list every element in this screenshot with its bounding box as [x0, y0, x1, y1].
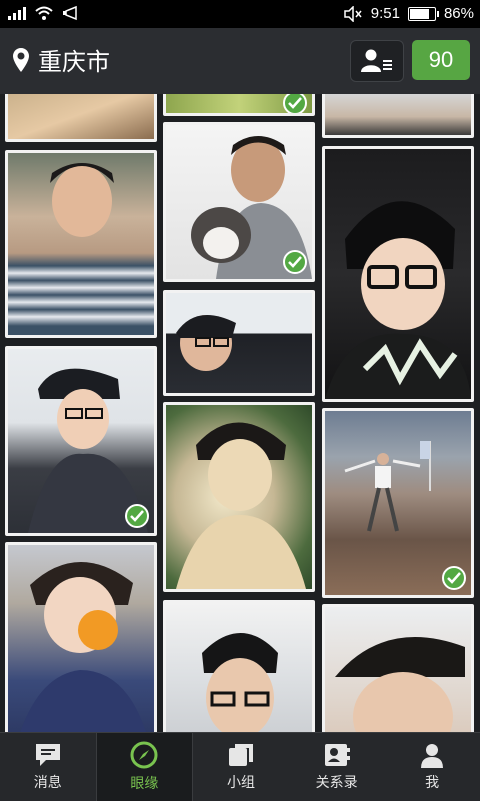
photo — [8, 349, 154, 533]
bottom-tab-bar: 消息 眼缘 小组 关系录 我 — [0, 732, 480, 801]
portrait-figure — [325, 201, 471, 399]
mute-icon — [344, 5, 362, 22]
photo — [325, 607, 471, 732]
count-badge-button[interactable]: 90 — [412, 40, 470, 80]
tab-groups[interactable]: 小组 — [193, 733, 289, 801]
tab-label: 小组 — [226, 774, 255, 790]
photo-card[interactable] — [163, 122, 315, 282]
tab-contacts[interactable]: 关系录 — [289, 733, 385, 801]
verified-check-icon — [442, 566, 466, 590]
signal-icon — [8, 6, 26, 20]
photo-card[interactable] — [163, 600, 315, 732]
verified-check-icon — [125, 504, 149, 528]
message-icon — [35, 744, 60, 766]
portrait-figure — [20, 561, 146, 732]
verified-check-icon — [283, 250, 307, 274]
notification-icon — [63, 5, 77, 21]
contacts-list-button[interactable] — [350, 40, 404, 82]
location-pin-icon — [13, 47, 29, 72]
location-title: 重庆市 — [38, 49, 110, 76]
tab-eyecontact[interactable]: 眼缘 — [95, 733, 194, 801]
tab-label: 我 — [425, 774, 440, 790]
verified-check-icon — [283, 94, 307, 113]
photo — [166, 405, 312, 589]
photo-card[interactable] — [322, 408, 474, 598]
battery-icon — [407, 6, 439, 21]
photo — [325, 149, 471, 399]
top-bar: 重庆市 90 — [0, 28, 480, 95]
portrait-figure — [176, 315, 236, 371]
photo-card[interactable] — [163, 290, 315, 396]
photo — [166, 293, 312, 393]
group-icon — [228, 744, 253, 766]
tab-me[interactable]: 我 — [384, 733, 480, 801]
photo — [8, 153, 154, 335]
photo-card[interactable] — [5, 94, 157, 142]
portrait-figure — [202, 633, 278, 732]
compass-icon — [130, 741, 158, 769]
photo — [8, 94, 154, 139]
tab-label: 眼缘 — [130, 775, 159, 791]
clock: 9:51 — [370, 5, 400, 22]
tab-label: 消息 — [33, 774, 62, 790]
photo — [166, 125, 312, 279]
location-selector[interactable]: 重庆市 — [12, 42, 110, 77]
photo — [166, 603, 312, 732]
contacts-icon — [324, 744, 350, 766]
photo-card[interactable] — [322, 94, 474, 138]
person-icon — [421, 744, 444, 768]
photo-card[interactable] — [322, 146, 474, 402]
portrait-figure — [176, 422, 306, 589]
battery-percent: 86% — [443, 5, 474, 22]
photo — [8, 545, 154, 732]
photo-card[interactable] — [5, 542, 157, 732]
photo — [166, 94, 312, 113]
portrait-figure — [335, 637, 465, 732]
photo-card[interactable] — [163, 94, 315, 116]
wifi-icon — [35, 6, 53, 20]
contacts-list-icon — [361, 49, 392, 72]
photo — [325, 94, 471, 135]
photo-card[interactable] — [5, 150, 157, 338]
photo-card[interactable] — [5, 346, 157, 536]
photo-grid — [0, 94, 480, 732]
portrait-figure — [50, 163, 114, 237]
photo-card[interactable] — [322, 604, 474, 732]
photo-card[interactable] — [163, 402, 315, 592]
status-bar: 9:51 86% — [0, 0, 480, 28]
tab-label: 关系录 — [315, 774, 358, 790]
photo — [325, 411, 471, 595]
tab-messages[interactable]: 消息 — [0, 733, 96, 801]
